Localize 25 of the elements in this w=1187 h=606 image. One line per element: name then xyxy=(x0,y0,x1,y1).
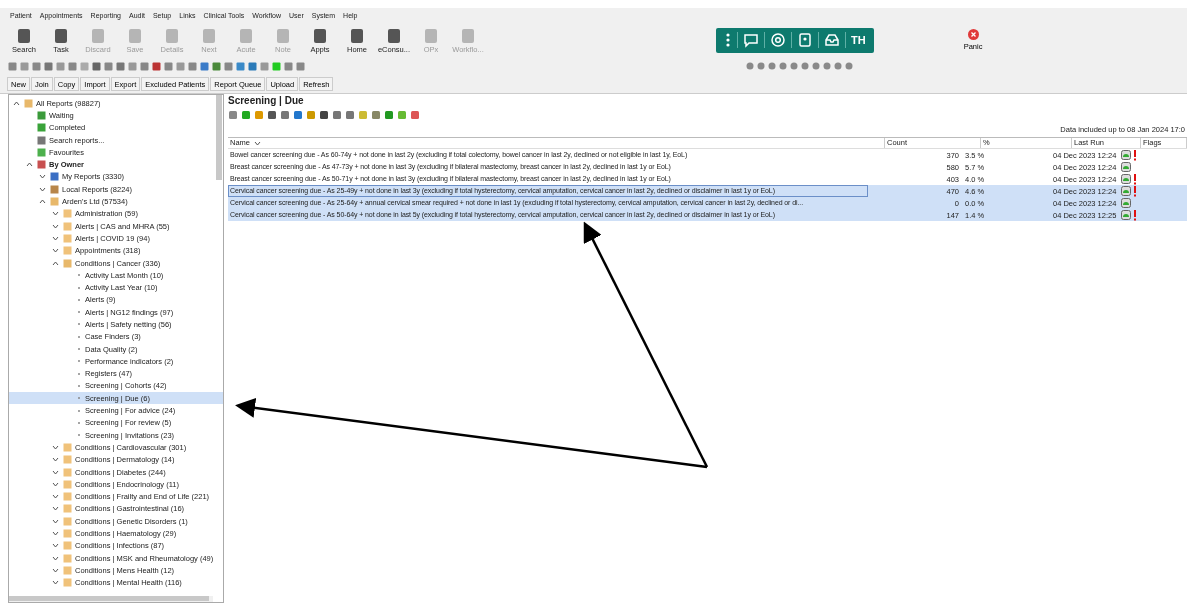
report-status-icon xyxy=(1121,210,1131,220)
caret-icon[interactable] xyxy=(254,140,261,146)
table-row[interactable] xyxy=(228,197,1187,209)
table-row[interactable] xyxy=(228,185,1187,197)
tree-node-icon xyxy=(37,135,46,145)
table-row[interactable] xyxy=(228,209,1187,221)
tree-node-icon xyxy=(37,123,46,133)
report-status-icon xyxy=(1121,174,1131,184)
report-status-icon xyxy=(1121,186,1131,196)
user-initials[interactable]: TH xyxy=(846,34,871,46)
scrollbar-thumb[interactable] xyxy=(9,596,209,601)
cancel-icon xyxy=(967,29,979,40)
report-status-icon xyxy=(1121,198,1131,208)
tree-node-icon xyxy=(50,184,59,194)
tree-node-icon xyxy=(37,160,46,170)
scrollbar-thumb[interactable] xyxy=(216,95,222,180)
report-title: Screening | Due xyxy=(228,94,305,108)
tree-node-icon xyxy=(37,110,46,120)
chevron-icon[interactable] xyxy=(13,100,20,106)
tree-node-icon xyxy=(24,98,33,108)
tree-node-icon xyxy=(50,172,59,182)
tree-node-icon xyxy=(63,258,72,268)
tree-node-icon xyxy=(50,197,59,206)
tree-node-icon xyxy=(37,147,46,157)
report-status-icon xyxy=(1121,162,1131,172)
